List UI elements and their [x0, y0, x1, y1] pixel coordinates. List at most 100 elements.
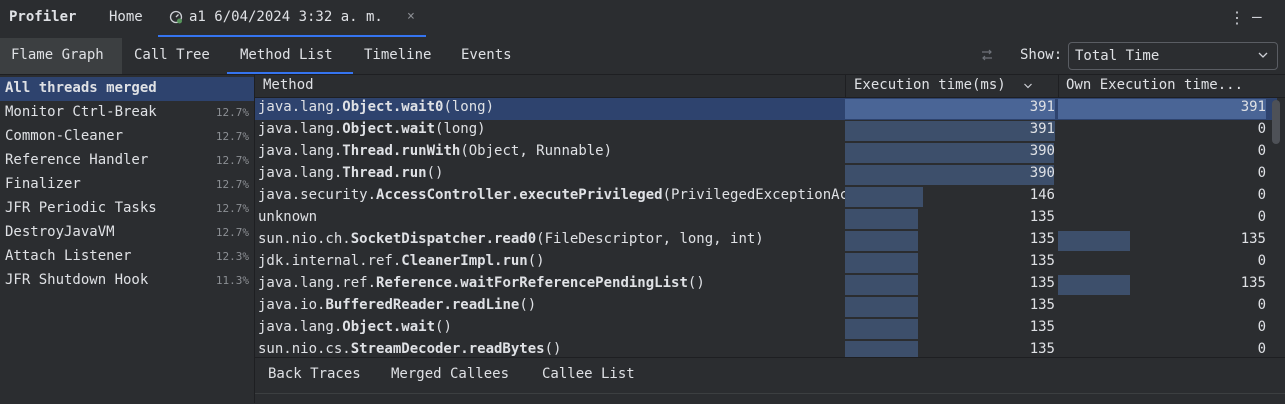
thread-percent: 12.3%	[215, 250, 249, 263]
tab-callee-list[interactable]: Callee List	[542, 366, 635, 382]
thread-percent: 12.7%	[215, 130, 249, 143]
thread-percent: 11.3%	[215, 274, 249, 287]
method-class-method: AccessController.executePrivileged	[376, 187, 663, 203]
column-header-own-execution-time[interactable]: Own Execution time...	[1066, 77, 1243, 93]
method-params: ()	[544, 341, 562, 357]
own-execution-time-value: 0	[1257, 297, 1266, 313]
method-name: sun.nio.cs.StreamDecoder.readBytes()	[258, 341, 845, 357]
execution-time-value: 135	[1029, 275, 1055, 291]
table-row[interactable]: java.lang.Object.wait() 135 0	[255, 318, 1277, 340]
top-bar: Profiler Home a1 6/04/2024 3:32 a. m. × …	[0, 0, 1285, 39]
column-divider[interactable]	[845, 75, 846, 97]
swap-icon[interactable]	[979, 47, 995, 63]
thread-item[interactable]: DestroyJavaVM 12.7%	[0, 221, 254, 245]
own-execution-time-value: 0	[1257, 209, 1266, 225]
column-divider[interactable]	[1058, 75, 1059, 97]
method-class-method: StreamDecoder.readBytes	[350, 341, 545, 357]
method-name: sun.nio.ch.SocketDispatcher.read0(FileDe…	[258, 231, 845, 247]
tab-merged-callees[interactable]: Merged Callees	[391, 366, 509, 382]
minimize-icon[interactable]: —	[1252, 7, 1262, 26]
thread-item[interactable]: Common-Cleaner 12.7%	[0, 125, 254, 149]
execution-time-value: 135	[1029, 319, 1055, 335]
table-row[interactable]: sun.nio.cs.StreamDecoder.readBytes() 135 0	[255, 340, 1277, 357]
table-row[interactable]: java.lang.ref.Reference.waitForReference…	[255, 274, 1277, 296]
thread-item[interactable]: JFR Shutdown Hook 11.3%	[0, 269, 254, 293]
thread-item[interactable]: JFR Periodic Tasks 12.7%	[0, 197, 254, 221]
method-params: (FileDescriptor, long, int)	[536, 231, 764, 247]
tab-method-list[interactable]: Method List	[227, 38, 353, 74]
own-execution-time-value: 0	[1257, 319, 1266, 335]
execution-time-value: 135	[1029, 253, 1055, 269]
method-table: Method Execution time(ms) Own Execution …	[255, 75, 1285, 357]
method-class-method: Object.wait	[342, 121, 436, 137]
method-package: java.lang.	[258, 319, 343, 335]
table-row[interactable]: java.security.AccessController.executePr…	[255, 186, 1277, 208]
thread-item[interactable]: Reference Handler 12.7%	[0, 149, 254, 173]
method-params: ()	[527, 253, 545, 269]
own-execution-time-value: 391	[1240, 99, 1266, 115]
method-name: java.io.BufferedReader.readLine()	[258, 297, 845, 313]
execution-time-value: 390	[1029, 165, 1055, 181]
app-title: Profiler	[9, 9, 77, 25]
divider	[255, 393, 1285, 394]
own-execution-time-value: 0	[1257, 121, 1266, 137]
method-name: java.security.AccessController.executePr…	[258, 187, 845, 203]
table-row[interactable]: java.io.BufferedReader.readLine() 135 0	[255, 296, 1277, 318]
tab-call-tree[interactable]: Call Tree	[134, 38, 210, 74]
thread-name: JFR Shutdown Hook	[5, 272, 149, 288]
close-icon[interactable]: ×	[407, 9, 415, 24]
method-name: java.lang.Thread.run()	[258, 165, 845, 181]
thread-percent: 12.7%	[215, 106, 249, 119]
table-row[interactable]: java.lang.Object.wait0(long) 391 391	[255, 98, 1277, 120]
vertical-scrollbar[interactable]	[1272, 100, 1280, 144]
execution-time-value: 391	[1029, 121, 1055, 137]
more-options-icon[interactable]: ⋮	[1229, 8, 1245, 27]
execution-time-value: 391	[1029, 99, 1055, 115]
thread-name: Common-Cleaner	[5, 128, 124, 144]
tab-timeline[interactable]: Timeline	[364, 38, 431, 74]
tab-events[interactable]: Events	[461, 38, 512, 74]
own-execution-time-value: 135	[1240, 275, 1266, 291]
method-class-method: Object.wait0	[342, 99, 444, 115]
table-row[interactable]: jdk.internal.ref.CleanerImpl.run() 135 0	[255, 252, 1277, 274]
tab-profiler-run[interactable]: a1 6/04/2024 3:32 a. m. ×	[158, 0, 426, 37]
own-execution-time-value: 0	[1257, 143, 1266, 159]
execution-time-value: 135	[1029, 341, 1055, 357]
table-row[interactable]: java.lang.Thread.run() 390 0	[255, 164, 1277, 186]
bottom-tabs-bar: Back Traces Merged Callees Callee List	[255, 357, 1285, 404]
tab-flame-graph[interactable]: Flame Graph	[0, 38, 122, 74]
method-package: java.lang.	[258, 165, 343, 181]
thread-name: Finalizer	[5, 176, 81, 192]
column-header-execution-time[interactable]: Execution time(ms)	[854, 77, 1006, 93]
method-params: ()	[687, 275, 705, 291]
thread-item[interactable]: Finalizer 12.7%	[0, 173, 254, 197]
thread-name: Attach Listener	[5, 248, 132, 264]
method-class-method: Thread.runWith	[342, 143, 461, 159]
method-class-method: CleanerImpl.run	[401, 253, 528, 269]
method-params: ()	[426, 165, 444, 181]
thread-item[interactable]: Attach Listener 12.3%	[0, 245, 254, 269]
table-row[interactable]: sun.nio.ch.SocketDispatcher.read0(FileDe…	[255, 230, 1277, 252]
method-name: jdk.internal.ref.CleanerImpl.run()	[258, 253, 845, 269]
method-class-method: BufferedReader.readLine	[325, 297, 520, 313]
thread-name: All threads merged	[5, 80, 157, 96]
method-params: ()	[519, 297, 537, 313]
method-name: java.lang.Thread.runWith(Object, Runnabl…	[258, 143, 845, 159]
method-name: java.lang.Object.wait0(long)	[258, 99, 845, 115]
table-row[interactable]: unknown 135 0	[255, 208, 1277, 230]
tab-home[interactable]: Home	[109, 9, 143, 25]
method-name: java.lang.Object.wait()	[258, 319, 845, 335]
method-class-method: Thread.run	[342, 165, 427, 181]
method-class-method: SocketDispatcher.read0	[350, 231, 537, 247]
profiler-run-icon	[169, 10, 183, 24]
show-dropdown[interactable]: Total Time	[1068, 42, 1278, 70]
method-class-method: Object.wait	[342, 319, 436, 335]
tab-back-traces[interactable]: Back Traces	[268, 366, 361, 382]
column-header-method[interactable]: Method	[263, 77, 314, 93]
table-row[interactable]: java.lang.Object.wait(long) 391 0	[255, 120, 1277, 142]
thread-item[interactable]: All threads merged	[0, 77, 254, 101]
thread-item[interactable]: Monitor Ctrl-Break 12.7%	[0, 101, 254, 125]
thread-percent: 12.7%	[215, 226, 249, 239]
method-package: java.security.	[258, 187, 377, 203]
table-row[interactable]: java.lang.Thread.runWith(Object, Runnabl…	[255, 142, 1277, 164]
